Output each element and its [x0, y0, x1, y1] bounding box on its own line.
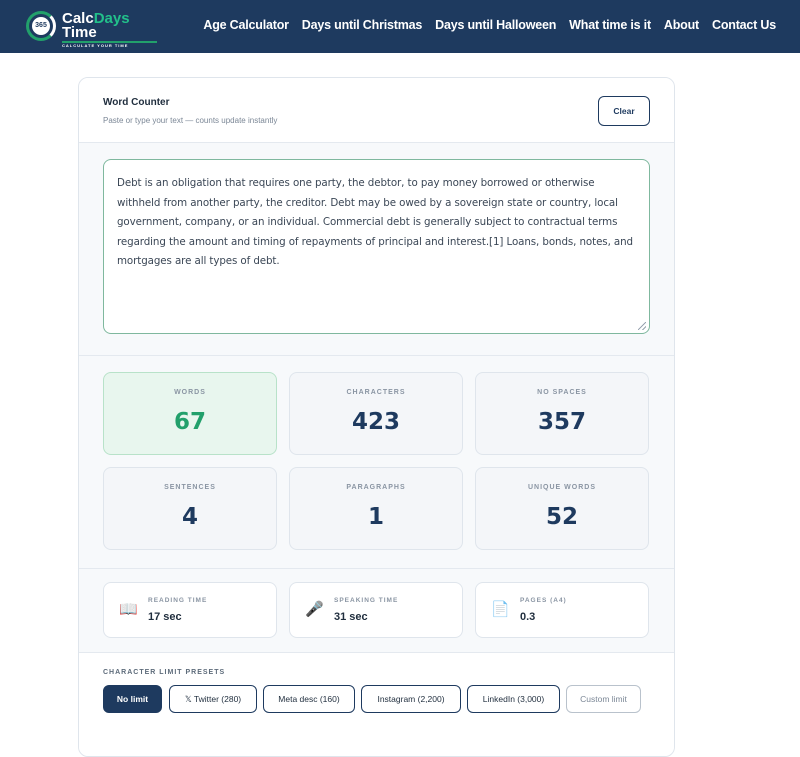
word-counter-card: Word Counter Paste or type your text — c… — [78, 77, 675, 757]
preset-meta-desc[interactable]: Meta desc (160) — [263, 685, 355, 713]
text-input-content: Debt is an obligation that requires one … — [117, 177, 633, 267]
divider — [79, 568, 674, 569]
stat-label: CHARACTERS — [346, 389, 406, 396]
stat-value: 52 — [545, 504, 578, 530]
stat-value: 423 — [351, 409, 400, 435]
stat-label: UNIQUE WORDS — [528, 484, 596, 491]
card-subtitle: Paste or type your text — counts update … — [103, 116, 278, 125]
logo-badge-icon: 365 — [26, 11, 56, 41]
stat-value: 357 — [537, 409, 586, 435]
logo-tagline: CALCULATE YOUR TIME — [62, 43, 129, 48]
stat-characters: CHARACTERS 423 — [289, 372, 463, 455]
stat-value: 67 — [173, 409, 206, 435]
stat-label: WORDS — [174, 389, 206, 396]
logo-badge-text: 365 — [32, 17, 50, 35]
card-header: Word Counter Paste or type your text — c… — [79, 78, 674, 143]
preset-no-limit[interactable]: No limit — [103, 685, 162, 713]
logo-word-time: Time — [62, 24, 97, 41]
preset-custom-limit[interactable]: Custom limit — [566, 685, 641, 713]
stat-no-spaces: NO SPACES 357 — [475, 372, 649, 455]
stat-value: 4 — [181, 504, 198, 530]
nav-about[interactable]: About — [664, 18, 699, 32]
stat-words: WORDS 67 — [103, 372, 277, 455]
stat-value: 1 — [367, 504, 384, 530]
mini-label: PAGES (A4) — [520, 597, 567, 604]
logo-wordmark: CalcDays Time — [62, 10, 130, 41]
text-input[interactable]: Debt is an obligation that requires one … — [103, 159, 650, 334]
nav-age-calculator[interactable]: Age Calculator — [203, 18, 289, 32]
page-icon: 📄 — [491, 601, 510, 618]
stat-label: SENTENCES — [164, 484, 216, 491]
logo-word-days: Days — [93, 10, 130, 27]
divider — [79, 355, 674, 356]
mini-value: 31 sec — [334, 611, 368, 623]
mini-label: SPEAKING TIME — [334, 597, 399, 604]
mini-label: READING TIME — [148, 597, 208, 604]
preset-linkedin[interactable]: LinkedIn (3,000) — [467, 685, 560, 713]
stat-label: NO SPACES — [537, 389, 587, 396]
stat-unique-words: UNIQUE WORDS 52 — [475, 467, 649, 550]
stat-label: PARAGRAPHS — [346, 484, 406, 491]
presets-title: CHARACTER LIMIT PRESETS — [103, 669, 226, 676]
nav-days-until-halloween[interactable]: Days until Halloween — [435, 18, 556, 32]
nav-days-until-christmas[interactable]: Days until Christmas — [302, 18, 423, 32]
site-logo[interactable]: 365 CalcDays Time CALCULATE YOUR TIME — [26, 8, 166, 48]
nav-what-time-is-it[interactable]: What time is it — [569, 18, 651, 32]
nav-contact-us[interactable]: Contact Us — [712, 18, 776, 32]
speaking-time-card: 🎤 SPEAKING TIME 31 sec — [289, 582, 463, 638]
mini-value: 17 sec — [148, 611, 182, 623]
reading-time-card: 📖 READING TIME 17 sec — [103, 582, 277, 638]
stat-sentences: SENTENCES 4 — [103, 467, 277, 550]
clear-button[interactable]: Clear — [598, 96, 650, 126]
resize-handle-icon[interactable] — [638, 322, 646, 330]
main-nav: Age Calculator Days until Christmas Days… — [203, 18, 776, 32]
presets-section: CHARACTER LIMIT PRESETS No limit 𝕏 Twitt… — [79, 652, 674, 756]
preset-instagram[interactable]: Instagram (2,200) — [361, 685, 461, 713]
stat-paragraphs: PARAGRAPHS 1 — [289, 467, 463, 550]
divider — [79, 652, 674, 653]
preset-twitter[interactable]: 𝕏 Twitter (280) — [169, 685, 257, 713]
microphone-icon: 🎤 — [305, 601, 324, 618]
pages-card: 📄 PAGES (A4) 0.3 — [475, 582, 649, 638]
mini-value: 0.3 — [520, 611, 536, 623]
card-title: Word Counter — [103, 97, 170, 108]
book-icon: 📖 — [119, 601, 138, 618]
site-header: 365 CalcDays Time CALCULATE YOUR TIME Ag… — [0, 0, 800, 53]
